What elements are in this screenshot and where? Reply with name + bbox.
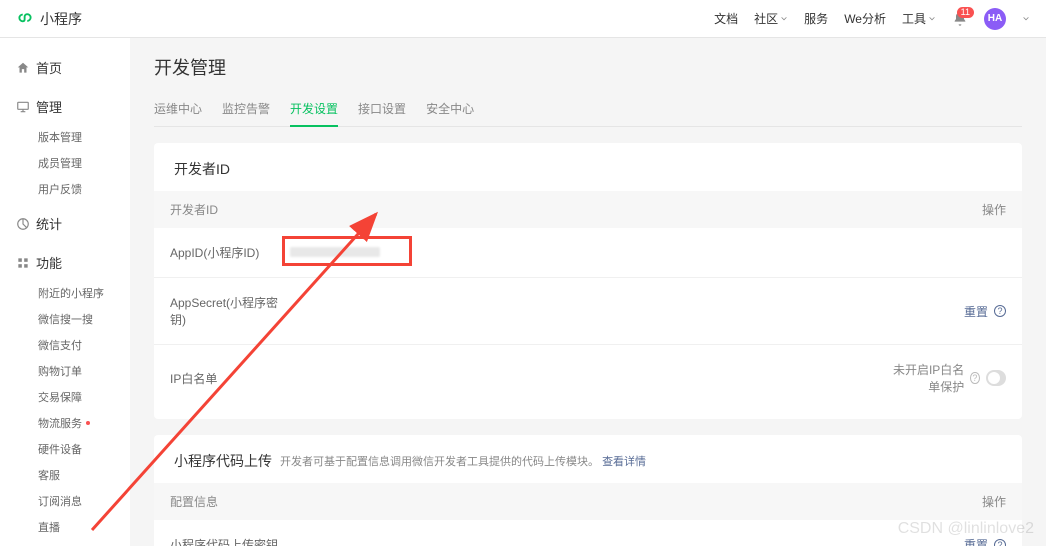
watermark: CSDN @linlinlove2 — [898, 520, 1034, 538]
red-dot-indicator — [86, 421, 90, 425]
header-title: 小程序 — [40, 9, 82, 29]
nav-service[interactable]: 服务 — [804, 10, 828, 27]
th-action: 操作 — [886, 201, 1006, 218]
home-icon — [16, 61, 30, 75]
annotation-box — [282, 236, 412, 266]
header: 小程序 文档 社区 服务 We分析 工具 11 HA — [0, 0, 1046, 38]
avatar[interactable]: HA — [984, 8, 1006, 30]
chart-icon — [16, 217, 30, 231]
row-ipwhitelist: IP白名单 未开启IP白名单保护 ? — [154, 345, 1022, 411]
main-content: 开发管理 运维中心 监控告警 开发设置 接口设置 安全中心 开发者ID 开发者I… — [130, 38, 1046, 546]
sidebar-item-version[interactable]: 版本管理 — [38, 124, 130, 150]
sidebar-item-nearby[interactable]: 附近的小程序 — [38, 280, 130, 306]
sidebar-item-live[interactable]: 直播 — [38, 514, 130, 540]
sidebar-item-trade[interactable]: 交易保障 — [38, 384, 130, 410]
notification-bell-icon[interactable]: 11 — [952, 11, 968, 27]
code-upload-card: 小程序代码上传 开发者可基于配置信息调用微信开发者工具提供的代码上传模块。 查看… — [154, 435, 1022, 546]
nav-tools[interactable]: 工具 — [902, 10, 936, 27]
help-icon[interactable]: ? — [994, 305, 1006, 317]
row-appid: AppID(小程序ID) — [154, 228, 1022, 278]
sidebar-item-subscribe[interactable]: 订阅消息 — [38, 488, 130, 514]
table-header: 配置信息 操作 — [154, 483, 1022, 520]
nav-docs[interactable]: 文档 — [714, 10, 738, 27]
tabs: 运维中心 监控告警 开发设置 接口设置 安全中心 — [154, 92, 1022, 127]
sidebar-group-home[interactable]: 首页 — [0, 50, 130, 85]
ipwhitelist-toggle[interactable] — [986, 370, 1006, 386]
nav-weanalysis[interactable]: We分析 — [844, 10, 886, 27]
ipwhitelist-text: 未开启IP白名单保护 — [886, 361, 964, 395]
tab-ops[interactable]: 运维中心 — [154, 92, 202, 127]
tab-api[interactable]: 接口设置 — [358, 92, 406, 127]
card-title: 小程序代码上传 开发者可基于配置信息调用微信开发者工具提供的代码上传模块。 查看… — [174, 451, 1002, 471]
chevron-down-icon — [1022, 15, 1030, 23]
tab-security[interactable]: 安全中心 — [426, 92, 474, 127]
ipwhitelist-action: 未开启IP白名单保护 ? — [886, 361, 1006, 395]
tab-monitor[interactable]: 监控告警 — [222, 92, 270, 127]
nav-community[interactable]: 社区 — [754, 10, 788, 27]
row-upload-secret: 小程序代码上传密钥 重置 ? — [154, 520, 1022, 546]
help-icon[interactable]: ? — [994, 539, 1006, 546]
chevron-down-icon — [928, 15, 936, 23]
reset-link[interactable]: 重置 — [964, 303, 988, 320]
row-appsecret: AppSecret(小程序密钥) 重置 ? — [154, 278, 1022, 345]
grid-icon — [16, 256, 30, 270]
upload-secret-label: 小程序代码上传密钥 — [170, 536, 330, 546]
tab-dev-settings[interactable]: 开发设置 — [290, 92, 338, 127]
sidebar-item-logistics[interactable]: 物流服务 — [38, 410, 130, 436]
sidebar-item-hardware[interactable]: 硬件设备 — [38, 436, 130, 462]
appsecret-label: AppSecret(小程序密钥) — [170, 294, 290, 328]
detail-link[interactable]: 查看详情 — [602, 456, 646, 468]
chevron-down-icon — [780, 15, 788, 23]
sidebar-item-members[interactable]: 成员管理 — [38, 150, 130, 176]
page-title: 开发管理 — [154, 54, 1022, 80]
sidebar-item-search[interactable]: 微信搜一搜 — [38, 306, 130, 332]
notification-badge: 11 — [957, 7, 974, 18]
card-desc: 开发者可基于配置信息调用微信开发者工具提供的代码上传模块。 查看详情 — [280, 453, 646, 469]
monitor-icon — [16, 100, 30, 114]
th-devid: 开发者ID — [170, 201, 886, 218]
sidebar: 首页 管理 版本管理 成员管理 用户反馈 统计 功能 — [0, 38, 130, 546]
sidebar-item-feedback[interactable]: 用户反馈 — [38, 176, 130, 202]
sidebar-group-manage[interactable]: 管理 — [0, 89, 130, 124]
sidebar-group-features[interactable]: 功能 — [0, 245, 130, 280]
sidebar-item-pay[interactable]: 微信支付 — [38, 332, 130, 358]
appsecret-action: 重置 ? — [886, 303, 1006, 320]
help-icon[interactable]: ? — [970, 372, 979, 384]
card-title: 开发者ID — [174, 159, 1002, 179]
th-config: 配置信息 — [170, 493, 886, 510]
miniprogram-logo-icon — [16, 10, 34, 28]
sidebar-item-orders[interactable]: 购物订单 — [38, 358, 130, 384]
th-action: 操作 — [886, 493, 1006, 510]
header-left: 小程序 — [16, 9, 82, 29]
header-nav: 文档 社区 服务 We分析 工具 11 HA — [714, 8, 1030, 30]
developer-id-card: 开发者ID 开发者ID 操作 AppID(小程序ID) AppSecret(小程… — [154, 143, 1022, 419]
table-header: 开发者ID 操作 — [154, 191, 1022, 228]
appid-label: AppID(小程序ID) — [170, 244, 290, 261]
appid-value — [290, 246, 886, 260]
sidebar-item-service[interactable]: 客服 — [38, 462, 130, 488]
ipwhitelist-label: IP白名单 — [170, 370, 290, 387]
sidebar-group-stats[interactable]: 统计 — [0, 206, 130, 241]
sidebar-item-pagecontent[interactable]: 页面内容接入 — [38, 540, 130, 546]
